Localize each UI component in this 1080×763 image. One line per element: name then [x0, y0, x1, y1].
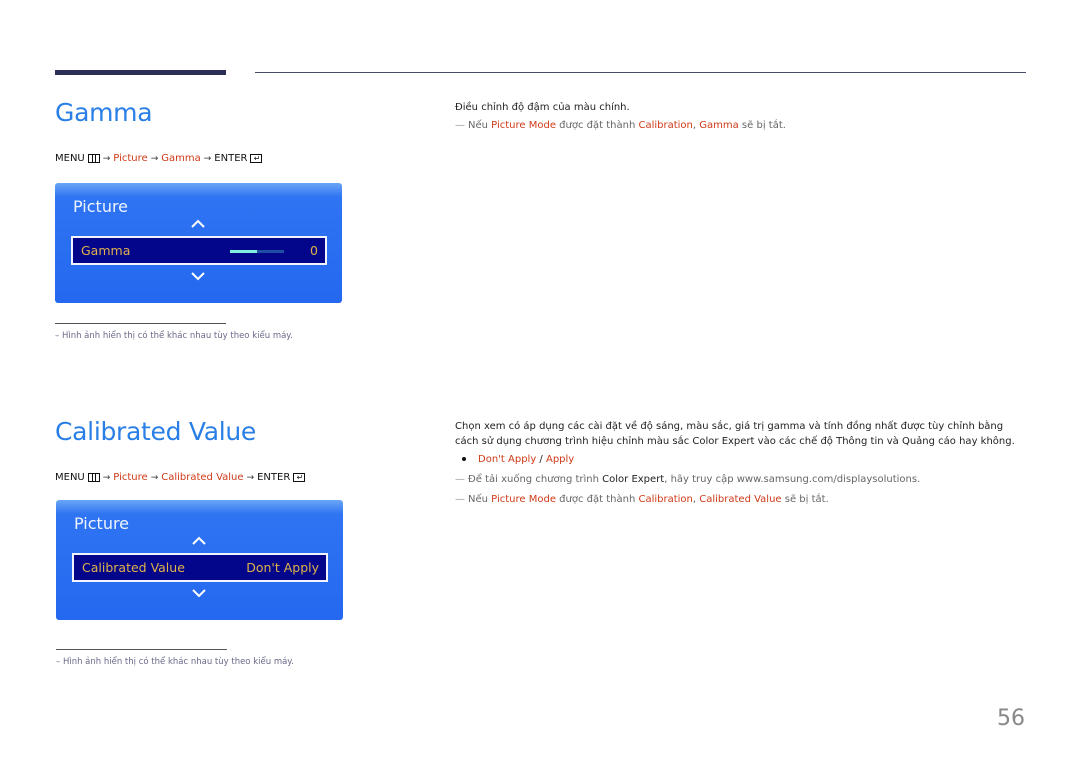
- gamma-title: Gamma: [55, 98, 153, 127]
- header-rule-thin: [255, 72, 1026, 73]
- page-number: 56: [997, 706, 1025, 731]
- path-item-picture: Picture: [113, 472, 148, 483]
- note-text: được đặt thành: [555, 120, 639, 131]
- arrow-icon: →: [246, 472, 255, 483]
- osd-title: Picture: [74, 514, 130, 533]
- calibrated-footnote: – Hình ảnh hiển thị có thể khác nhau tùy…: [56, 657, 294, 667]
- gamma-slider-fill: [230, 250, 257, 253]
- arrow-icon: →: [102, 153, 111, 164]
- note-text: sẽ bị tắt.: [738, 120, 786, 131]
- enter-label: ENTER: [214, 153, 248, 164]
- option-separator: /: [536, 454, 546, 465]
- option-dont-apply: Don't Apply: [478, 454, 537, 465]
- osd-row-label: Calibrated Value: [82, 560, 185, 575]
- osd-row-label: Gamma: [81, 243, 131, 258]
- note-dash: —: [455, 474, 465, 485]
- calibrated-menu-path: MENU → Picture → Calibrated Value → ENTE…: [55, 472, 306, 483]
- arrow-icon: →: [150, 472, 159, 483]
- option-apply: Apply: [545, 454, 575, 465]
- gamma-description: Điều chỉnh độ đậm của màu chính.: [455, 102, 630, 113]
- chevron-up-icon[interactable]: [191, 219, 205, 229]
- chevron-up-icon[interactable]: [192, 536, 206, 546]
- picture-mode-ref: Picture Mode: [491, 120, 556, 131]
- calibrated-osd-menu: Picture Calibrated Value Don't Apply: [56, 500, 343, 620]
- gamma-note: — Nếu Picture Mode được đặt thành Calibra…: [455, 120, 786, 131]
- gamma-slider[interactable]: [230, 250, 284, 253]
- arrow-icon: →: [150, 153, 159, 164]
- enter-icon: ↵: [293, 473, 306, 482]
- osd-row-calibrated-value[interactable]: Calibrated Value Don't Apply: [72, 553, 328, 582]
- enter-icon: ↵: [250, 154, 263, 163]
- menu-label: MENU: [55, 472, 85, 483]
- calibrated-description: Chọn xem có áp dụng các cài đặt về độ sá…: [455, 419, 1027, 449]
- osd-title: Picture: [73, 197, 129, 216]
- note-dash: —: [455, 494, 465, 505]
- arrow-icon: →: [203, 153, 212, 164]
- osd-row-value: 0: [310, 243, 318, 258]
- calibration-ref: Calibration: [638, 120, 693, 131]
- gamma-footnote: – Hình ảnh hiển thị có thể khác nhau tùy…: [55, 331, 293, 341]
- enter-label: ENTER: [257, 472, 291, 483]
- note-text: , hãy truy cập www.samsung.com/displayso…: [664, 474, 921, 485]
- gamma-osd-menu: Picture Gamma 0: [55, 183, 342, 303]
- menu-icon: [87, 154, 100, 163]
- chevron-down-icon[interactable]: [192, 588, 206, 598]
- menu-label: MENU: [55, 153, 85, 164]
- color-expert-ref: Color Expert: [692, 436, 755, 447]
- note-dash: —: [455, 120, 465, 131]
- calibrated-value-ref: Calibrated Value: [699, 494, 782, 505]
- note-text: Nếu: [468, 120, 492, 131]
- note-text: Nếu: [468, 494, 492, 505]
- bullet-icon: [462, 457, 466, 461]
- picture-mode-ref: Picture Mode: [491, 494, 556, 505]
- calibrated-note: — Nếu Picture Mode được đặt thành Calibra…: [455, 494, 829, 505]
- chevron-down-icon[interactable]: [191, 271, 205, 281]
- description-text: vào các chế độ Thông tin và Quảng cáo ha…: [754, 436, 1015, 447]
- gamma-ref: Gamma: [699, 120, 739, 131]
- osd-row-value: Don't Apply: [246, 560, 319, 575]
- color-expert-ref: Color Expert: [602, 474, 665, 485]
- footnote-divider: [56, 649, 227, 650]
- calibrated-value-title: Calibrated Value: [55, 417, 256, 446]
- osd-row-gamma[interactable]: Gamma 0: [71, 236, 327, 265]
- footnote-divider: [55, 323, 226, 324]
- note-text: Để tải xuống chương trình: [468, 474, 603, 485]
- note-text: sẽ bị tắt.: [781, 494, 829, 505]
- path-item-calibrated-value: Calibrated Value: [161, 472, 244, 483]
- path-item-picture: Picture: [113, 153, 148, 164]
- note-text: được đặt thành: [555, 494, 639, 505]
- download-note: — Để tải xuống chương trình Color Expert,…: [455, 474, 920, 485]
- path-item-gamma: Gamma: [161, 153, 201, 164]
- gamma-menu-path: MENU → Picture → Gamma → ENTER ↵: [55, 153, 263, 164]
- calibration-ref: Calibration: [638, 494, 693, 505]
- arrow-icon: →: [102, 472, 111, 483]
- header-rule-thick: [55, 70, 226, 75]
- options-list-item: Don't Apply / Apply: [462, 454, 574, 465]
- menu-icon: [87, 473, 100, 482]
